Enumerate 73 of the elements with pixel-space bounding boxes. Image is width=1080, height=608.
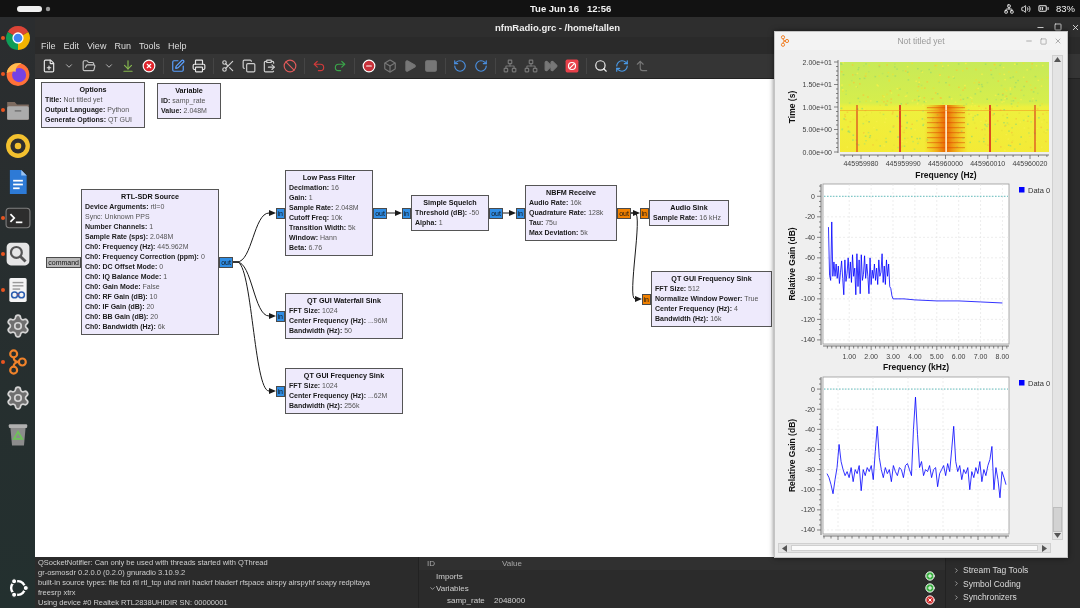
menu-item[interactable]: Help	[163, 40, 191, 51]
battery-icon[interactable]	[1038, 3, 1049, 14]
connection-arrow	[502, 210, 516, 216]
linked-circles-icon	[779, 35, 791, 47]
scrollbar-thumb[interactable]	[791, 545, 1038, 551]
variable-id[interactable]: Imports	[436, 571, 463, 581]
speaker-icon[interactable]	[4, 133, 31, 159]
workspace-indicator-icon[interactable]	[17, 5, 51, 12]
terminal-icon[interactable]	[4, 205, 31, 231]
column-header[interactable]: ID	[427, 559, 502, 568]
slash-tile-icon[interactable]	[564, 59, 579, 73]
menu-item[interactable]: File	[37, 40, 60, 51]
refresh-icon[interactable]	[614, 59, 629, 73]
scrollbar-thumb[interactable]	[1053, 507, 1062, 532]
library-category[interactable]: Synchronizers	[963, 592, 1017, 603]
speaker-icon[interactable]	[1021, 3, 1031, 14]
rotate-right-icon[interactable]	[473, 59, 488, 73]
date-label[interactable]: Tue Jun 16	[530, 3, 579, 14]
globe-logo-icon[interactable]	[4, 61, 31, 87]
pen-icon[interactable]	[171, 59, 186, 73]
connection-arrow	[386, 210, 402, 216]
menu-item[interactable]: Edit	[59, 40, 84, 51]
magnifier-icon[interactable]	[4, 241, 31, 267]
close-icon[interactable]	[1071, 22, 1080, 32]
undo-icon[interactable]	[312, 59, 327, 73]
library-category[interactable]: Stream Tag Tools	[963, 565, 1029, 576]
clipboard-icon[interactable]	[262, 59, 277, 73]
file-plus-icon[interactable]	[42, 59, 57, 73]
plus-icon[interactable]	[925, 583, 935, 593]
caret-icon[interactable]	[103, 61, 114, 71]
library-category[interactable]: Symbol Coding	[963, 578, 1021, 589]
axis-title: Frequency (Hz)	[915, 170, 977, 180]
menu-item[interactable]: Run	[110, 40, 135, 51]
column-header[interactable]: Value	[502, 559, 945, 568]
time-label[interactable]: 12:56	[586, 3, 612, 14]
minus-circle-icon[interactable]	[362, 59, 377, 73]
vertical-scrollbar[interactable]	[1052, 55, 1063, 540]
menu-item[interactable]: Tools	[134, 40, 164, 51]
printer-icon[interactable]	[191, 59, 206, 73]
window-title: Not titled yet	[897, 36, 945, 46]
copy-icon[interactable]	[241, 59, 256, 73]
chevron-right-icon[interactable]	[953, 593, 960, 601]
gear-icon[interactable]	[4, 385, 31, 411]
chevron-right-icon[interactable]	[953, 580, 960, 588]
arrow-left-icon[interactable]	[781, 544, 788, 552]
caret-icon[interactable]	[64, 61, 74, 71]
download-icon[interactable]	[121, 59, 136, 73]
axis-title: Relative Gain (dB)	[787, 418, 797, 493]
wheel-logo-icon[interactable]	[4, 25, 31, 51]
gear-icon[interactable]	[4, 313, 31, 339]
plus-icon[interactable]	[925, 571, 935, 581]
chevron-down-icon[interactable]	[429, 584, 436, 592]
folder-icon[interactable]	[81, 59, 96, 73]
variable-value: 2048000	[494, 595, 527, 605]
window-title: nfmRadio.grc - /home/tallen	[494, 21, 621, 33]
chevron-right-icon[interactable]	[953, 566, 960, 574]
arrow-up-icon[interactable]	[1054, 56, 1061, 63]
arrow-down-icon[interactable]	[1054, 532, 1061, 539]
horizontal-scrollbar[interactable]	[778, 543, 1051, 553]
menu-item[interactable]: View	[83, 40, 111, 51]
battery-percentage: 83%	[1056, 3, 1075, 14]
rotate-left-icon[interactable]	[453, 59, 468, 73]
redo-icon[interactable]	[332, 59, 347, 73]
axis-title: Frequency (kHz)	[882, 362, 950, 372]
variable-id[interactable]: samp_rate	[447, 595, 485, 605]
axis-title: Time (s)	[787, 90, 797, 124]
arrow-right-icon[interactable]	[1041, 544, 1048, 552]
prohibited-icon[interactable]	[282, 59, 297, 73]
variable-id[interactable]: Variables	[436, 583, 469, 593]
search-icon[interactable]	[594, 59, 609, 73]
axis-title: Relative Gain (dB)	[787, 227, 797, 301]
network-icon[interactable]	[1004, 3, 1014, 14]
scissors-icon[interactable]	[221, 59, 236, 73]
